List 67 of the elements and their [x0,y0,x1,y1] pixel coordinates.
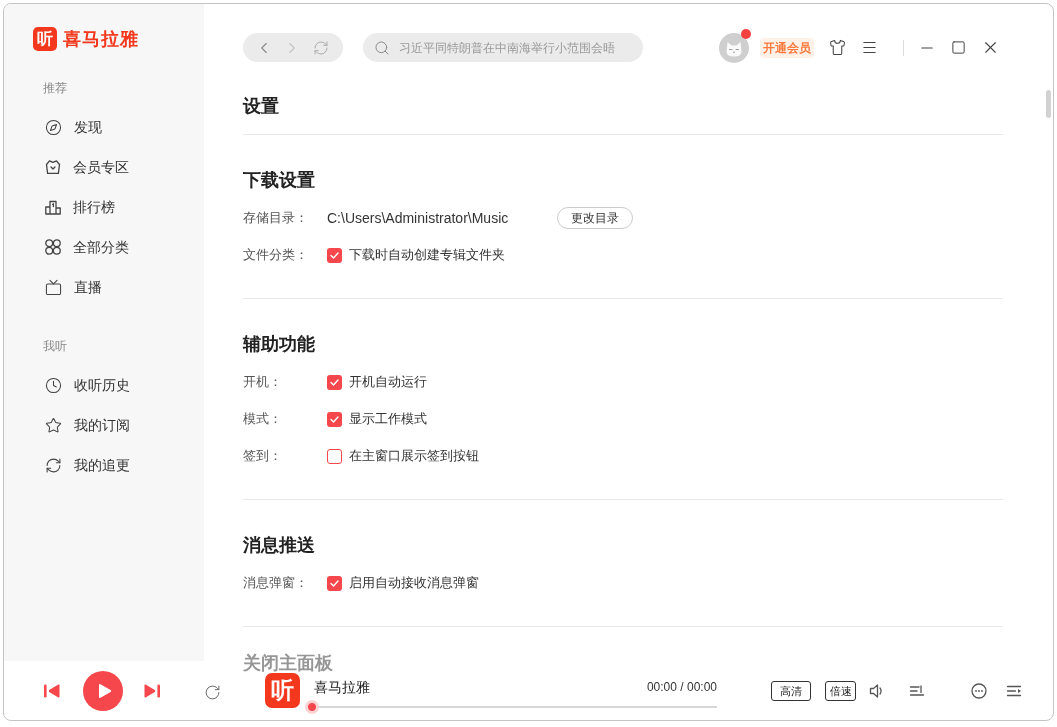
checkbox-label: 启用自动接收消息弹窗 [349,574,479,592]
section-heading: 下载设置 [243,169,316,192]
speed-button[interactable]: 倍速 [825,680,856,701]
section-heading: 关闭主面板 [243,653,334,673]
crown-icon [45,159,61,175]
checkmark-icon [330,415,339,423]
checkbox-label: 在主窗口展示签到按钮 [349,447,479,465]
maximize-icon[interactable] [951,40,966,55]
checkmark-icon [330,579,339,587]
circular-arrow-icon[interactable] [204,684,221,701]
page-title: 设置 [243,95,280,118]
section-label: 推荐 [42,80,68,97]
checkbox[interactable] [327,448,342,464]
logo-text: 喜马拉雅 [63,28,139,51]
setting-label: 存储目录： [243,209,309,227]
logo-mark: 听 [265,673,300,708]
sidebar-item[interactable]: 我的追更 [34,445,194,485]
checkbox-label: 显示工作模式 [349,410,427,428]
clock-icon [45,376,62,394]
grid-icon [45,239,61,255]
logo-mark: 听 [33,27,57,51]
checkbox-label: 下载时自动创建专辑文件夹 [349,246,505,264]
slider-thumb[interactable] [305,700,319,714]
speaker-icon[interactable] [869,682,885,699]
cat-avatar[interactable] [719,32,749,63]
setting-label: 签到： [243,447,283,465]
skip-forward-icon[interactable] [143,682,160,699]
checkmark-icon [330,378,339,386]
setting-label: 消息弹窗： [243,574,309,592]
sidebar-item[interactable]: 会员专区 [34,147,194,187]
dots-circle-icon[interactable] [971,682,987,699]
folder-path: C:\Users\Administrator\Music [327,209,510,227]
compass-icon [45,118,62,136]
quality-button[interactable]: 高清 [771,680,811,701]
setting-label: 开机： [243,373,283,391]
change-folder-button[interactable]: 更改目录 [557,207,633,229]
time-display: 00:00 / 00:00 [646,679,717,696]
sidebar-item[interactable]: 我的订阅 [34,405,194,445]
cycle-arrows-icon [45,456,62,474]
sidebar-item[interactable]: 排行榜 [34,187,194,227]
checkbox[interactable] [327,374,342,390]
scrollbar-thumb[interactable] [1046,90,1051,118]
star-icon [45,416,62,434]
checkbox-label: 开机自动运行 [349,373,427,391]
sidebar-item[interactable]: 收听历史 [34,365,194,405]
section-heading: 消息推送 [243,534,316,557]
checkbox[interactable] [327,411,342,427]
sidebar-item[interactable]: 直播 [34,267,194,307]
podium-icon [45,199,61,215]
setting-label: 文件分类： [243,246,309,264]
setting-label: 模式： [243,410,283,428]
track-title: 喜马拉雅 [314,678,370,696]
shirt-icon[interactable] [829,39,846,56]
skip-back-icon[interactable] [44,682,61,699]
menu-icon[interactable] [861,39,878,56]
checkbox[interactable] [327,247,342,263]
search-field[interactable]: 习近平同特朗普在中南海举行小范围会晤 [363,33,643,62]
search-icon [374,39,390,56]
checkmark-icon [330,251,339,259]
play-icon [97,682,112,699]
checkbox[interactable] [327,575,342,591]
sidebar-item[interactable]: 全部分类 [34,227,194,267]
play-button[interactable] [83,670,123,711]
section-heading: 辅助功能 [243,333,316,356]
tv-icon [45,278,62,296]
section-label: 我听 [42,338,68,355]
sidebar-item[interactable]: 发现 [34,107,194,147]
